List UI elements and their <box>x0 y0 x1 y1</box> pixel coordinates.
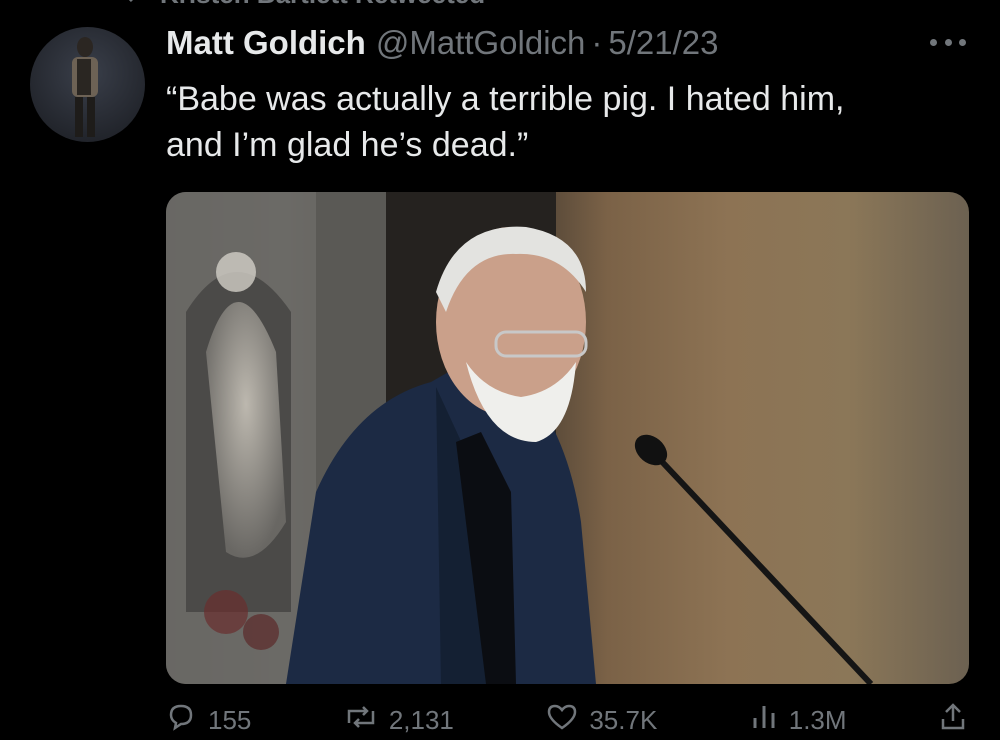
reply-button[interactable]: 155 <box>166 700 251 740</box>
avatar[interactable] <box>30 27 145 142</box>
tweet-date[interactable]: 5/21/23 <box>608 24 718 62</box>
views-button[interactable]: 1.3M <box>751 700 847 740</box>
tweet-text: “Babe was actually a terrible pig. I hat… <box>166 76 966 168</box>
avatar-person-photo <box>72 37 98 137</box>
author-handle[interactable]: @MattGoldich <box>376 24 586 62</box>
share-icon <box>940 702 966 738</box>
views-count: 1.3M <box>788 704 847 735</box>
retweet-icon <box>118 0 150 10</box>
like-count: 35.7K <box>589 704 658 735</box>
photo-man-at-microphone <box>166 192 874 684</box>
more-options-icon[interactable] <box>930 32 966 52</box>
share-button[interactable] <box>940 700 966 740</box>
reply-count: 155 <box>208 704 252 735</box>
heart-icon <box>547 704 577 737</box>
retweet-count: 2,131 <box>388 704 454 735</box>
retweet-label: Kristen Bartlett Retweeted <box>160 0 485 10</box>
author-name[interactable]: Matt Goldich <box>166 24 366 62</box>
tweet-text-line: “Babe was actually a terrible pig. I hat… <box>166 80 845 118</box>
retweet-button[interactable]: 2,131 <box>345 700 454 740</box>
views-chart-icon <box>751 704 777 737</box>
separator-dot: · <box>591 24 603 61</box>
reply-icon <box>166 703 196 738</box>
tweet-text-line: and I’m glad he’s dead.” <box>166 126 529 164</box>
like-button[interactable]: 35.7K <box>547 700 657 740</box>
tweet-media-image[interactable] <box>166 192 969 684</box>
retweet-icon <box>345 705 377 736</box>
action-bar: 155 2,131 35.7K 1.3M <box>166 700 966 740</box>
tweet-header: Matt Goldich @MattGoldich · 5/21/23 <box>166 24 980 68</box>
retweet-indicator[interactable]: Kristen Bartlett Retweeted <box>118 0 485 10</box>
